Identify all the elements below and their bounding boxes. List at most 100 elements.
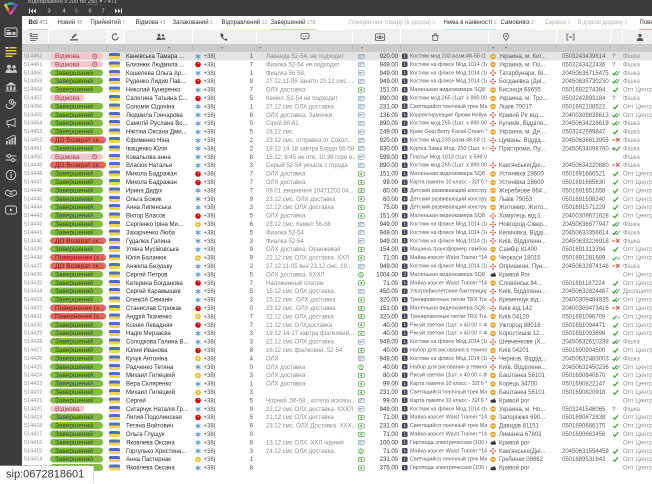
status-pill[interactable]: Завершений: [50, 170, 103, 177]
order-status[interactable]: Завершений: [50, 363, 109, 371]
client-phone[interactable]: +38(: [204, 254, 220, 262]
tracking-number[interactable]: 0501690820918: [562, 388, 610, 396]
tracking-number[interactable]: 0503241546065: [562, 405, 610, 413]
client-name[interactable]: Захарченко Люба: [126, 228, 194, 236]
order-status[interactable]: Завершений: [50, 380, 109, 388]
tracking-number[interactable]: 20450632824487: [562, 287, 610, 295]
client-phone[interactable]: +38(: [204, 287, 220, 295]
tracking-number[interactable]: 20450634226619: [562, 119, 610, 127]
tab-1[interactable]: Новий48: [57, 16, 83, 30]
table-row[interactable]: 514452ДО Возврат ск...Єфименко Ніна+38(2…: [22, 136, 652, 144]
status-pill[interactable]: Завершений: [50, 179, 103, 186]
tracking-number[interactable]: 0501692274384: [562, 86, 610, 94]
status-pill[interactable]: Повернення (з...: [50, 254, 106, 261]
table-row[interactable]: 514451ЗавершенийІващенко Юлія+38(219.12 …: [22, 144, 652, 152]
order-status[interactable]: Завершений: [50, 228, 109, 236]
settings-icon[interactable]: [0, 152, 22, 165]
client-phone[interactable]: +38(: [204, 195, 220, 203]
client-name[interactable]: Станислав Стрижак: [126, 304, 194, 312]
per-page-dropdown[interactable]: 250: [88, 0, 98, 5]
table-row[interactable]: 514419ЗавершенийЛилия Подолинская+38(521…: [22, 413, 652, 421]
table-row[interactable]: 514417ЗавершенийОльга Глущук+38(071.001М…: [22, 430, 652, 438]
tracking-number[interactable]: [562, 270, 610, 278]
order-status[interactable]: ДО Возврат ск...: [50, 136, 109, 144]
order-status[interactable]: Повернення (з...: [50, 254, 109, 262]
status-pill[interactable]: Завершений: [50, 229, 103, 236]
filter-dropdown-1[interactable]: ▾: [221, 46, 223, 51]
info-icon[interactable]: [0, 169, 22, 182]
status-pill[interactable]: Завершений: [50, 296, 103, 303]
order-status[interactable]: Завершений: [50, 321, 109, 329]
client-phone[interactable]: +38(: [204, 464, 220, 472]
client-name[interactable]: Катерина Богданова: [126, 279, 194, 287]
table-row[interactable]: 514423ЗавершенийВера Скляренко+38(1ОЛХ д…: [22, 380, 652, 388]
client-people-icon[interactable]: [152, 30, 170, 44]
client-name[interactable]: Юлия Иванова: [126, 346, 194, 354]
tracking-number[interactable]: 20450633226918: [562, 237, 610, 245]
order-status[interactable]: Завершений: [50, 203, 109, 211]
app-logo-icon[interactable]: [3, 2, 20, 16]
tracking-number[interactable]: 0501691571229: [562, 203, 610, 211]
client-name[interactable]: Кучук Антоніна: [126, 354, 194, 362]
filter-dropdown-4[interactable]: ▾: [492, 46, 494, 51]
status-pill[interactable]: ДО Возврат ск...: [50, 237, 106, 244]
tracking-number[interactable]: 20400309838613: [562, 111, 610, 119]
order-status[interactable]: Завершений: [50, 388, 109, 396]
tab-4[interactable]: Запакований1: [172, 16, 213, 30]
tracking-number[interactable]: 20450632610339: [562, 338, 610, 346]
page-button-6[interactable]: 6: [85, 7, 95, 15]
table-row[interactable]: 514418ЗавершенийТетяна Войтович+38(623.1…: [22, 422, 652, 430]
client-name[interactable]: Сергей: [126, 396, 194, 404]
order-status[interactable]: Завершений: [50, 422, 109, 430]
table-row[interactable]: 514445ЗавершенийОльга Божик+38(923.12 см…: [22, 195, 652, 203]
order-status[interactable]: Завершений: [50, 170, 109, 178]
order-status[interactable]: Відмова: [50, 60, 109, 68]
client-phone[interactable]: +38(: [204, 128, 220, 136]
client-name[interactable]: Гудалюк Галина: [126, 237, 194, 245]
table-row[interactable]: 514416ЗавершенийЯковлева Оксана+38(813.1…: [22, 438, 652, 446]
status-pill[interactable]: Завершений: [50, 204, 103, 211]
table-row[interactable]: 514454ЗавершенийСамотій Руслана Во...+38…: [22, 119, 652, 127]
client-phone[interactable]: +38(: [204, 60, 220, 68]
client-phone[interactable]: +38(: [204, 203, 220, 211]
order-status[interactable]: Відмова: [50, 94, 109, 102]
order-status[interactable]: Завершений: [50, 338, 109, 346]
filter-dropdown-5[interactable]: ▾: [505, 46, 507, 51]
status-pill[interactable]: Відмова: [50, 95, 85, 102]
client-name[interactable]: Микола Бадражан: [126, 178, 194, 186]
tracking-number[interactable]: 0501690663456: [562, 430, 610, 438]
order-status[interactable]: Завершений: [50, 102, 109, 110]
sync-icon[interactable]: [106, 30, 124, 44]
client-name[interactable]: Кошелева Ольга Ар...: [126, 69, 194, 77]
client-name[interactable]: Іващенко Юлія: [126, 144, 194, 152]
id-list-icon[interactable]: [25, 30, 43, 44]
client-phone[interactable]: +38(: [204, 161, 220, 169]
client-name[interactable]: Ковальова анна: [126, 153, 194, 161]
status-pill[interactable]: Завершений: [50, 279, 103, 286]
client-phone[interactable]: +38(: [204, 86, 220, 94]
client-phone[interactable]: +38(: [204, 136, 220, 144]
table-row[interactable]: 514458ЗавершенийНиколай Кучеренко+38(7ОЛ…: [22, 86, 652, 94]
table-row[interactable]: 514450ВідмоваКовальова анна+38(815.12. 9…: [22, 153, 652, 161]
order-status[interactable]: Завершений: [50, 396, 109, 404]
comment-bubble-icon[interactable]: [296, 30, 314, 44]
tracking-number[interactable]: 20450636677947: [562, 220, 610, 228]
order-status[interactable]: Завершений: [50, 455, 109, 463]
client-phone[interactable]: +38(: [204, 237, 220, 245]
table-row[interactable]: 514425ЗавершенийРадченко Тетяна+38(0ОЛХ …: [22, 363, 652, 371]
tracking-number[interactable]: 0501690672838: [562, 413, 610, 421]
tab-8[interactable]: Нема в наявності1: [443, 16, 497, 30]
client-name[interactable]: Вера Скляренко: [126, 380, 194, 388]
table-row[interactable]: 514438Повернення (з...Юлія Баланюк+38(92…: [22, 254, 652, 262]
filter-dropdown-2[interactable]: ▾: [259, 46, 261, 51]
product-bag-icon[interactable]: [426, 30, 444, 44]
video-tutorials-icon[interactable]: [0, 204, 22, 217]
tab-all[interactable]: Всі471: [28, 16, 48, 30]
client-name[interactable]: Олексій Семанін: [126, 296, 194, 304]
order-status[interactable]: Завершений: [50, 329, 109, 337]
client-phone[interactable]: +38(: [204, 296, 220, 304]
status-pill[interactable]: Повернення (з...: [50, 305, 106, 312]
client-phone[interactable]: +38(: [204, 430, 220, 438]
table-row[interactable]: 514435ЗавершенийКатерина Богданова+38(7Н…: [22, 279, 652, 287]
tracking-number[interactable]: [562, 396, 610, 404]
